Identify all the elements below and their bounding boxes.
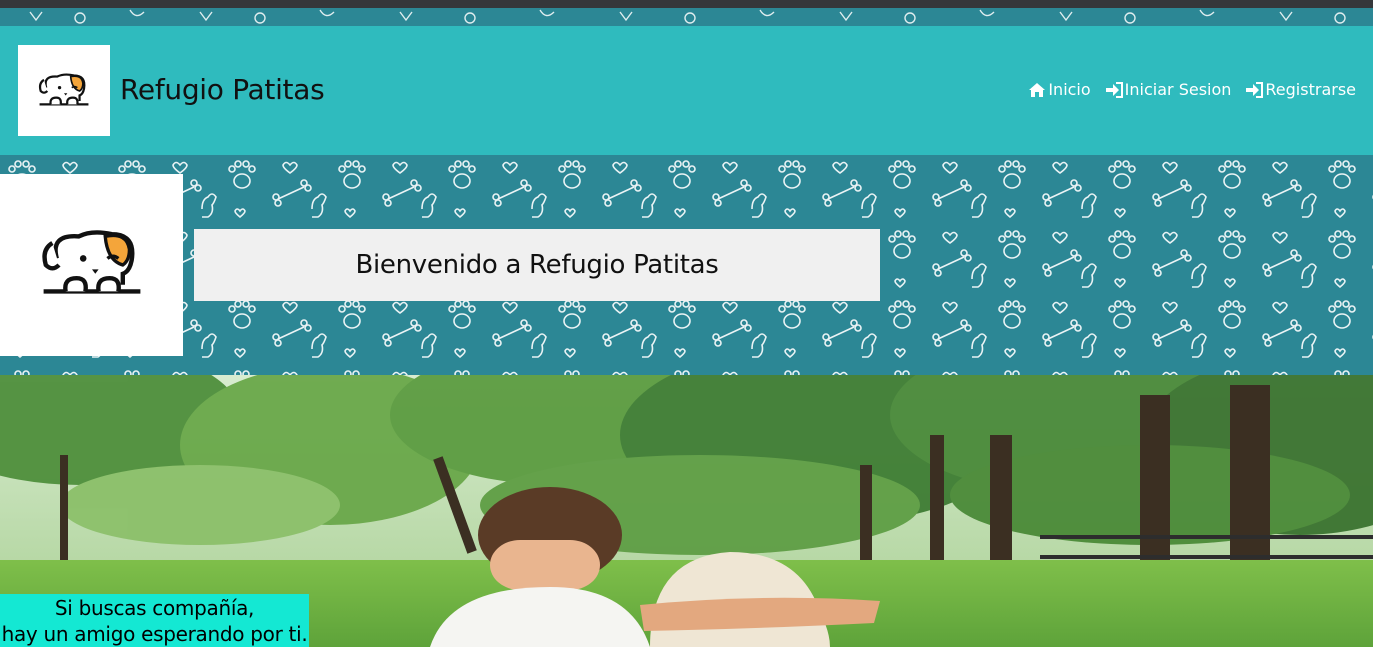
banner-tagline: Si buscas compañía, hay un amigo esperan… (0, 594, 309, 647)
hero-logo (0, 174, 183, 356)
nav-item-inicio[interactable]: Inicio (1028, 80, 1091, 99)
puppy-logo-icon (41, 230, 140, 294)
tagline-line-2: hay un amigo esperando por ti. (1, 622, 308, 646)
tagline-line-1: Si buscas compañía, (54, 596, 255, 620)
sign-in-icon (1105, 81, 1123, 98)
navbar: Refugio Patitas Inicio Iniciar Sesion Re… (0, 26, 1373, 155)
home-icon (1029, 82, 1046, 97)
nav-item-label: Iniciar Sesion (1124, 80, 1232, 99)
nav-item-iniciar-sesion[interactable]: Iniciar Sesion (1105, 80, 1232, 99)
brand-logo[interactable] (18, 45, 110, 136)
nav-menu: Inicio Iniciar Sesion Registrarse (1028, 80, 1356, 99)
pattern-strip-top (0, 8, 1373, 26)
brand-name[interactable]: Refugio Patitas (120, 73, 325, 106)
browser-top-strip (0, 0, 1373, 8)
sign-in-icon (1246, 81, 1264, 98)
nav-item-registrarse[interactable]: Registrarse (1245, 80, 1356, 99)
nav-item-label: Registrarse (1265, 80, 1356, 99)
nav-item-label: Inicio (1048, 80, 1091, 99)
puppy-logo-icon (38, 72, 89, 105)
welcome-heading: Bienvenido a Refugio Patitas (194, 229, 880, 301)
